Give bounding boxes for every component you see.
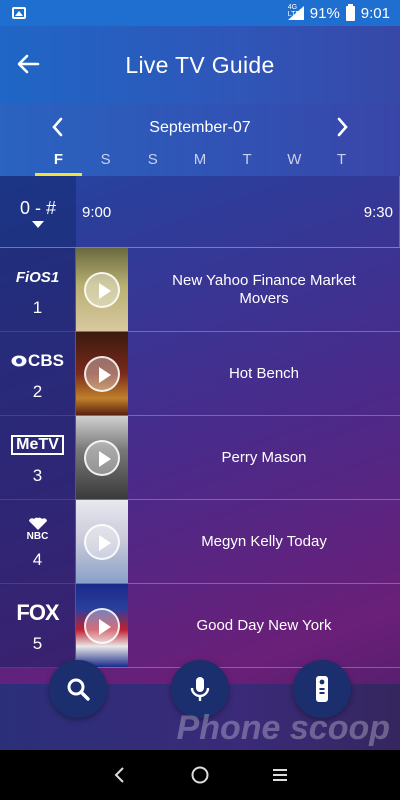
sort-label: 0 - # (19, 198, 57, 218)
battery-percent: 91% (309, 4, 340, 22)
battery-icon (345, 3, 355, 21)
channel-cell[interactable]: FiOS1 1 (0, 248, 76, 332)
time-slot-label: 9:30 (363, 204, 393, 221)
status-bar: 4G LTE 91% 9:01 (0, 0, 400, 26)
play-icon[interactable] (84, 608, 120, 644)
guide-row[interactable]: MeTV 3 Perry Mason (0, 416, 400, 500)
day-tab-saturday[interactable]: S (82, 148, 129, 176)
channel-logo-text: CBS (28, 351, 64, 370)
home-circle-icon (191, 766, 209, 784)
program-title[interactable]: Good Day New York (128, 584, 400, 667)
program-title[interactable]: Hot Bench (128, 332, 400, 415)
guide-row[interactable]: CBS 2 Hot Bench (0, 332, 400, 416)
program-thumbnail[interactable] (76, 416, 128, 499)
date-navigator: September-07 F S S M T W T (0, 104, 400, 176)
channel-cell[interactable]: CBS 2 (0, 332, 76, 416)
system-nav-bar (0, 750, 400, 800)
channel-number: 3 (32, 466, 43, 485)
channel-number: 4 (32, 550, 43, 569)
program-title[interactable]: Perry Mason (128, 416, 400, 499)
program-thumbnail[interactable] (76, 500, 128, 583)
program-title[interactable]: New Yahoo Finance Market Movers (128, 248, 400, 331)
day-tabs: F S S M T W T (35, 148, 365, 176)
play-icon[interactable] (84, 356, 120, 392)
day-tab-thursday[interactable]: T (318, 148, 365, 176)
microphone-icon (190, 677, 210, 701)
clock: 9:01 (360, 4, 390, 22)
peacock-icon (28, 517, 47, 530)
program-title[interactable]: Megyn Kelly Today (128, 500, 400, 583)
channel-logo: FOX (16, 600, 59, 625)
day-tab-sunday[interactable]: S (129, 148, 176, 176)
current-date: September-07 (149, 119, 251, 136)
next-day-button[interactable] (332, 114, 354, 140)
time-slot-label: 9:00 (82, 204, 112, 221)
network-label: 4G LTE (287, 4, 301, 18)
channel-logo: MeTV (0, 428, 75, 462)
arrow-left-icon (17, 54, 40, 74)
channel-number: 1 (32, 298, 43, 317)
channel-logo: FiOS1 (15, 268, 60, 286)
channel-logo-text: MeTV (11, 435, 64, 455)
remote-icon (316, 676, 328, 702)
watermark: Phone scoop (176, 709, 390, 747)
guide-row[interactable]: NBC 4 Megyn Kelly Today (0, 500, 400, 584)
search-button[interactable] (49, 660, 107, 718)
page-title: Live TV Guide (125, 51, 275, 78)
guide-list: FiOS1 1 New Yahoo Finance Market Movers … (0, 248, 400, 684)
guide-row[interactable]: FiOS1 1 New Yahoo Finance Market Movers (0, 248, 400, 332)
nav-home-button[interactable] (186, 761, 214, 789)
channel-logo: NBC (0, 512, 75, 546)
channel-cell[interactable]: NBC 4 (0, 500, 76, 584)
chevron-left-icon (114, 767, 124, 783)
signal-icon: 4G LTE (287, 4, 304, 20)
channel-cell[interactable]: FOX 5 (0, 584, 76, 668)
channel-number: 5 (32, 634, 43, 653)
play-icon[interactable] (84, 524, 120, 560)
app-header: Live TV Guide (0, 26, 400, 104)
nav-recents-button[interactable] (266, 761, 294, 789)
play-icon[interactable] (84, 272, 120, 308)
chevron-right-icon (337, 117, 348, 137)
back-button[interactable] (14, 50, 42, 78)
channel-cell[interactable]: MeTV 3 (0, 416, 76, 500)
search-icon (67, 678, 90, 701)
channel-sort-button[interactable]: 0 - # (0, 176, 76, 248)
day-tab-friday[interactable]: F (35, 148, 82, 176)
channel-logo-text: NBC (26, 530, 49, 542)
cbs-eye-icon (11, 355, 27, 367)
nav-back-button[interactable] (106, 761, 134, 789)
time-header: 9:00 9:30 (76, 176, 400, 248)
program-thumbnail[interactable] (76, 332, 128, 415)
program-thumbnail[interactable] (76, 248, 128, 331)
day-tab-tuesday[interactable]: T (224, 148, 271, 176)
day-tab-wednesday[interactable]: W (271, 148, 318, 176)
caret-down-icon (32, 221, 44, 228)
day-tab-monday[interactable]: M (176, 148, 223, 176)
play-icon[interactable] (84, 440, 120, 476)
guide-row[interactable]: FOX 5 Good Day New York (0, 584, 400, 668)
program-thumbnail[interactable] (76, 584, 128, 667)
channel-logo: CBS (0, 344, 75, 378)
image-notification-icon (12, 7, 26, 19)
menu-lines-icon (273, 769, 287, 781)
channel-number: 2 (32, 382, 43, 401)
